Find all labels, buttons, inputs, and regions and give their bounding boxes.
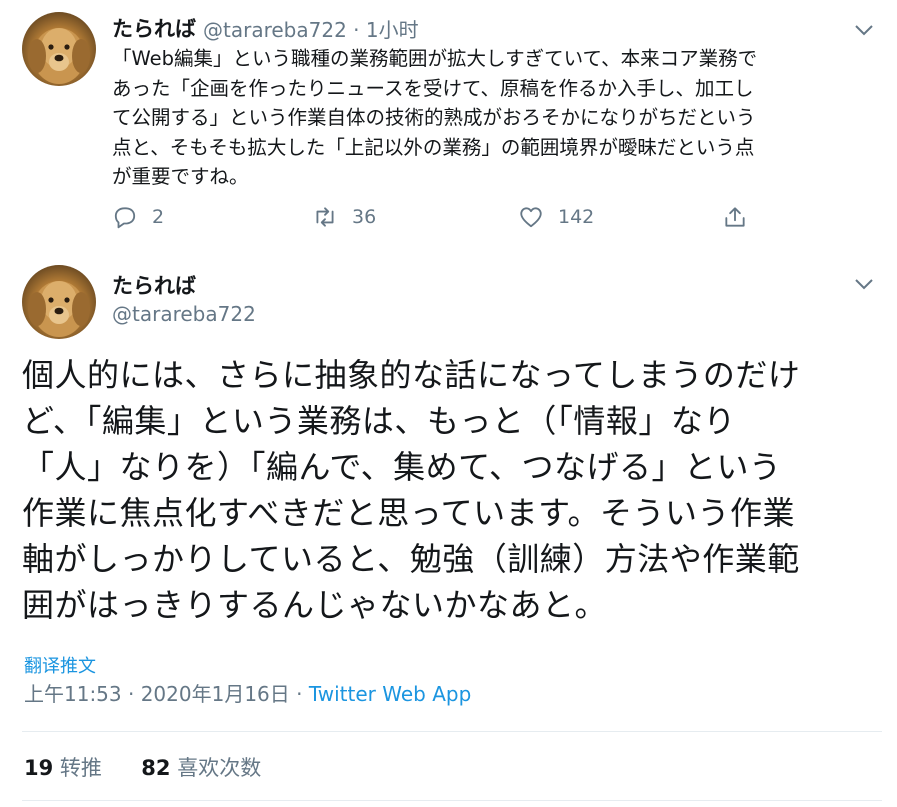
dog-avatar-image bbox=[28, 281, 90, 337]
tweet-text-line: が重要ですね。 bbox=[112, 165, 249, 188]
retweets-number: 19 bbox=[24, 756, 54, 780]
chevron-down-icon[interactable] bbox=[852, 272, 876, 296]
retweet-button[interactable]: 36 bbox=[312, 204, 376, 230]
tweet-source-link[interactable]: Twitter Web App bbox=[309, 682, 471, 706]
divider bbox=[22, 800, 882, 801]
reply-display-name[interactable]: たられば bbox=[112, 13, 196, 43]
likes-stat[interactable]: 82 喜欢次数 bbox=[141, 756, 261, 780]
tweet-text-line: 「Web編集」という職種の業務範囲が拡大しすぎていて、本来コア業務で bbox=[112, 47, 758, 70]
divider bbox=[22, 731, 882, 732]
avatar[interactable] bbox=[22, 265, 96, 339]
reply-time[interactable]: 1小时 bbox=[366, 18, 419, 42]
likes-label: 喜欢次数 bbox=[170, 756, 262, 780]
main-handle[interactable]: @tarareba722 bbox=[112, 302, 256, 326]
like-icon bbox=[520, 207, 542, 228]
tweet-text-line: あった「企画を作ったりニュースを受けて、原稿を作るか入手し、加工し bbox=[112, 76, 754, 100]
chevron-down-icon[interactable] bbox=[852, 18, 876, 42]
like-button[interactable]: 142 bbox=[518, 204, 594, 230]
tweet-text-line: 囲がはっきりするんじゃないかなあと。 bbox=[22, 586, 608, 624]
translate-tweet-link[interactable]: 翻译推文 bbox=[24, 652, 96, 678]
reply-tweet-text: 「Web編集」という職種の業務範囲が拡大しすぎていて、本来コア業務で あった「企… bbox=[112, 44, 882, 192]
reply-button[interactable]: 2 bbox=[112, 204, 164, 230]
retweets-stat[interactable]: 19 转推 bbox=[24, 756, 102, 780]
tweet-stats: 19 转推 82 喜欢次数 bbox=[24, 752, 261, 782]
retweet-count: 36 bbox=[352, 206, 377, 228]
tweet-timestamp[interactable]: 上午11:53 · 2020年1月16日 · bbox=[24, 682, 309, 706]
main-tweet-text: 個人的には、さらに抽象的な話になってしまうのだけ ど、「編集」という業務は、もっ… bbox=[22, 352, 882, 628]
reply-handle[interactable]: @tarareba722 bbox=[203, 18, 347, 42]
share-icon bbox=[725, 207, 745, 227]
likes-number: 82 bbox=[141, 756, 171, 780]
avatar[interactable] bbox=[22, 12, 96, 86]
tweet-text-line: 作業に焦点化すべきだと思っています。そういう作業 bbox=[22, 494, 795, 532]
main-display-name[interactable]: たられば bbox=[112, 270, 196, 300]
like-count: 142 bbox=[558, 206, 595, 228]
reply-handle-and-time[interactable]: @tarareba722 · 1小时 bbox=[203, 14, 419, 43]
tweet-text-line: て公開する」という作業自体の技術的熟成がおろそかになりがちだという bbox=[112, 106, 756, 129]
retweet-icon bbox=[316, 207, 334, 227]
dog-avatar-image bbox=[28, 28, 90, 84]
share-button[interactable] bbox=[722, 204, 748, 230]
tweet-text-line: 軸がしっかりしていると、勉強（訓練）方法や作業範 bbox=[22, 540, 800, 578]
tweet-meta: 上午11:53 · 2020年1月16日 · Twitter Web App bbox=[24, 678, 471, 707]
reply-icon bbox=[114, 207, 136, 229]
tweet-text-line: 「人」なりを）「編んで、集めて、つなげる」という bbox=[22, 448, 782, 486]
tweet-text-line: ど、「編集」という業務は、もっと（「情報」なり bbox=[22, 402, 736, 440]
retweets-label: 转推 bbox=[53, 756, 102, 780]
reply-count: 2 bbox=[152, 206, 165, 228]
separator-dot: · bbox=[353, 18, 360, 42]
tweet-text-line: 点と、そもそも拡大した「上記以外の業務」の範囲境界が曖昧だという点 bbox=[112, 135, 755, 159]
reply-tweet-actions: 2 36 142 bbox=[112, 204, 762, 236]
tweet-text-line: 個人的には、さらに抽象的な話になってしまうのだけ bbox=[22, 356, 801, 394]
